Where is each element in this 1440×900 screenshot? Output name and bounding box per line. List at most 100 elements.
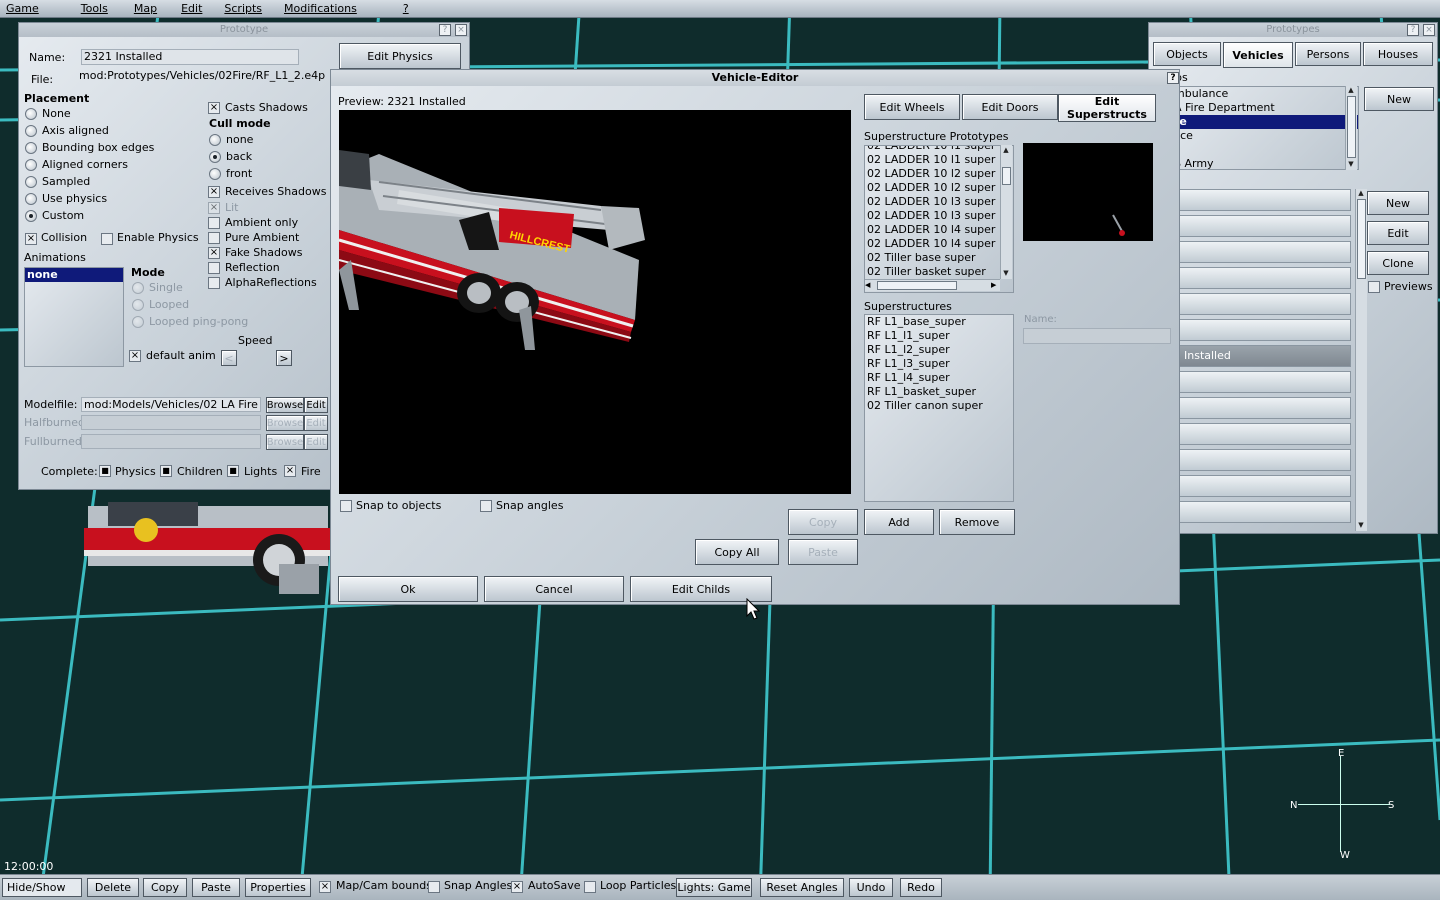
- placement-none-radio[interactable]: [25, 108, 37, 120]
- scroll-thumb[interactable]: [1347, 96, 1356, 158]
- reset-angles-button[interactable]: Reset Angles: [760, 878, 844, 897]
- placement-sampled-radio[interactable]: [25, 176, 37, 188]
- list-item[interactable]: [1179, 449, 1351, 471]
- snap-to-objects-checkbox[interactable]: [340, 500, 352, 512]
- cull-back-radio[interactable]: [209, 151, 221, 163]
- collision-checkbox[interactable]: ×: [25, 233, 37, 245]
- menu-edit[interactable]: Edit: [175, 2, 212, 15]
- list-item[interactable]: 02 Tiller base super: [865, 251, 1013, 265]
- slot-scrollbar[interactable]: ▲ ▼: [1355, 189, 1367, 531]
- list-item[interactable]: [1179, 501, 1351, 523]
- list-item[interactable]: re: [1172, 115, 1358, 129]
- superstructure-name-field[interactable]: [1023, 328, 1171, 344]
- list-item[interactable]: [1179, 189, 1351, 211]
- autosave-checkbox[interactable]: ×: [511, 881, 523, 893]
- list-item[interactable]: c: [1172, 143, 1358, 157]
- list-item[interactable]: RF L1_l3_super: [865, 357, 1013, 371]
- close-icon[interactable]: ×: [455, 24, 467, 36]
- edit-prototype-button[interactable]: Edit: [1367, 221, 1429, 245]
- tab-houses[interactable]: Houses: [1363, 42, 1433, 66]
- modelfile-browse-button[interactable]: Browse: [266, 397, 304, 413]
- menu-game[interactable]: Game: [0, 2, 49, 15]
- speed-decrease-button[interactable]: <: [221, 350, 237, 366]
- tab-edit-wheels[interactable]: Edit Wheels: [864, 94, 960, 120]
- speed-increase-button[interactable]: >: [276, 350, 292, 366]
- scroll-up-icon[interactable]: ▲: [1001, 146, 1011, 154]
- prototypes-hscrollbar[interactable]: ◀ ▶: [865, 279, 1000, 291]
- list-item[interactable]: S Army: [1172, 157, 1358, 169]
- mode-pingpong-radio[interactable]: [132, 316, 144, 328]
- list-item[interactable]: Installed: [1179, 345, 1351, 367]
- previews-checkbox[interactable]: [1368, 281, 1380, 293]
- redo-button[interactable]: Redo: [900, 878, 942, 897]
- halfburned-edit-button[interactable]: Edit: [304, 415, 328, 431]
- complete-physics-checkbox[interactable]: ■: [99, 465, 111, 477]
- complete-lights-checkbox[interactable]: ■: [227, 465, 239, 477]
- clone-prototype-button[interactable]: Clone: [1367, 251, 1429, 275]
- paste-button[interactable]: Paste: [192, 878, 240, 897]
- tab-persons[interactable]: Persons: [1295, 42, 1361, 66]
- scroll-down-icon[interactable]: ▼: [1356, 521, 1366, 529]
- receives-shadows-checkbox[interactable]: ×: [208, 186, 220, 198]
- ambient-only-checkbox[interactable]: [208, 217, 220, 229]
- lit-checkbox[interactable]: ×: [208, 202, 220, 214]
- reflection-checkbox[interactable]: [208, 262, 220, 274]
- list-item[interactable]: RF L1_l4_super: [865, 371, 1013, 385]
- menu-map[interactable]: Map: [128, 2, 167, 15]
- list-item[interactable]: 02 LADDER 10 l2 super: [865, 167, 1013, 181]
- cull-none-radio[interactable]: [209, 134, 221, 146]
- placement-corners-radio[interactable]: [25, 159, 37, 171]
- scroll-up-icon[interactable]: ▲: [1346, 86, 1356, 94]
- tab-edit-superstructs[interactable]: Edit Superstructs: [1058, 94, 1156, 122]
- list-item[interactable]: 02 LADDER 10 l3 super: [865, 195, 1013, 209]
- ok-button[interactable]: Ok: [338, 576, 478, 602]
- placement-axis-radio[interactable]: [25, 125, 37, 137]
- undo-button[interactable]: Undo: [849, 878, 893, 897]
- placement-bbox-radio[interactable]: [25, 142, 37, 154]
- help-icon[interactable]: ?: [439, 24, 451, 36]
- tab-objects[interactable]: Objects: [1153, 42, 1221, 66]
- new-prototype-button[interactable]: New: [1367, 191, 1429, 215]
- properties-button[interactable]: Properties: [245, 878, 311, 897]
- scroll-thumb[interactable]: [1357, 199, 1366, 279]
- tab-vehicles[interactable]: Vehicles: [1223, 42, 1293, 68]
- category-scrollbar[interactable]: ▲ ▼: [1345, 86, 1357, 170]
- category-list[interactable]: mbulance A Fire Department re lice c S A…: [1171, 86, 1359, 170]
- menu-modifications[interactable]: Modifications: [278, 2, 367, 15]
- scroll-down-icon[interactable]: ▼: [1346, 160, 1356, 168]
- placement-physics-radio[interactable]: [25, 193, 37, 205]
- copy-button[interactable]: Copy: [788, 509, 858, 535]
- list-item[interactable]: RF L1_basket_super: [865, 385, 1013, 399]
- list-item[interactable]: 02 LADDER 10 l4 super: [865, 237, 1013, 251]
- scroll-thumb[interactable]: [877, 281, 957, 290]
- list-item[interactable]: RF L1_l2_super: [865, 343, 1013, 357]
- tab-edit-doors[interactable]: Edit Doors: [962, 94, 1058, 120]
- default-anim-checkbox[interactable]: ×: [129, 350, 141, 362]
- new-category-button[interactable]: New: [1364, 87, 1434, 111]
- snap-angles-checkbox[interactable]: [480, 500, 492, 512]
- complete-fire-checkbox[interactable]: ×: [284, 465, 296, 477]
- help-icon[interactable]: ?: [1407, 24, 1419, 36]
- list-item[interactable]: [1179, 475, 1351, 497]
- preview-viewport[interactable]: HILLCREST: [339, 110, 851, 494]
- fake-shadows-checkbox[interactable]: ×: [208, 247, 220, 259]
- delete-button[interactable]: Delete: [87, 878, 139, 897]
- superstructure-prototypes-list[interactable]: 02 LADDER 10 l1 super 02 LADDER 10 l1 su…: [864, 145, 1014, 293]
- fullburned-field[interactable]: [81, 434, 261, 449]
- cull-front-radio[interactable]: [209, 168, 221, 180]
- scroll-up-icon[interactable]: ▲: [1356, 189, 1366, 197]
- copy-all-button[interactable]: Copy All: [695, 539, 779, 565]
- copy-button[interactable]: Copy: [143, 878, 187, 897]
- list-item[interactable]: [1179, 397, 1351, 419]
- menu-tools[interactable]: Tools: [75, 2, 118, 15]
- name-field[interactable]: 2321 Installed: [81, 49, 299, 65]
- scroll-right-icon[interactable]: ▶: [991, 281, 996, 289]
- mode-looped-radio[interactable]: [132, 299, 144, 311]
- add-button[interactable]: Add: [864, 509, 934, 535]
- list-item[interactable]: none: [25, 268, 123, 282]
- animations-list[interactable]: none: [24, 267, 124, 367]
- lights-mode-button[interactable]: Lights: Game: [676, 878, 752, 897]
- list-item[interactable]: 02 LADDER 10 l2 super: [865, 181, 1013, 195]
- complete-children-checkbox[interactable]: ■: [160, 465, 172, 477]
- list-item[interactable]: 02 LADDER 10 l1 super: [865, 153, 1013, 167]
